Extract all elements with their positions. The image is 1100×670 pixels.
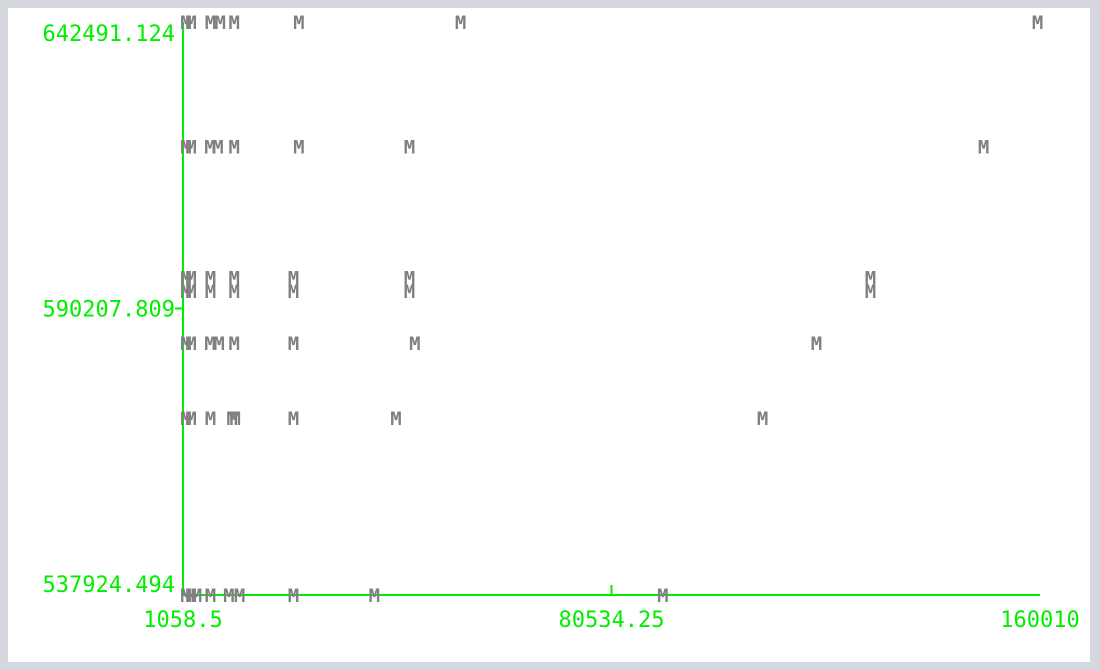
data-point: M [185, 12, 196, 34]
data-point: M [369, 585, 380, 607]
scatter-chart: 642491.124 590207.809 537924.494 1058.5 8053… [43, 12, 1080, 633]
data-point: M [230, 408, 241, 430]
plot-area: 642491.124 590207.809 537924.494 1058.5 8053… [8, 8, 1090, 662]
data-point: M [288, 333, 299, 355]
data-point: M [228, 12, 239, 34]
y-tick-label: 537924.494 [43, 573, 175, 598]
data-point: M [205, 281, 216, 303]
data-point: M [865, 281, 876, 303]
data-point: M [811, 333, 822, 355]
x-tick-label: 160010 [1000, 608, 1079, 633]
data-point: M [214, 12, 225, 34]
data-point: M [288, 585, 299, 607]
data-point: M [455, 12, 466, 34]
data-point: M [185, 408, 196, 430]
axis-ticks [175, 307, 613, 595]
data-point: M [293, 136, 304, 158]
data-point: M [212, 136, 223, 158]
data-point: M [1032, 12, 1043, 34]
x-tick-label: 1058.5 [143, 608, 222, 633]
data-point: M [288, 281, 299, 303]
x-tick-label: 80534.25 [559, 608, 665, 633]
data-point: M [228, 333, 239, 355]
data-point: M [288, 408, 299, 430]
data-point: M [223, 585, 234, 607]
data-point: M [228, 281, 239, 303]
data-point: M [205, 585, 216, 607]
data-point: M [657, 585, 668, 607]
data-point: M [234, 585, 245, 607]
data-point: M [404, 136, 415, 158]
data-point: M [185, 136, 196, 158]
data-point: M [409, 333, 420, 355]
data-point: M [978, 136, 989, 158]
data-point: M [757, 408, 768, 430]
data-point: M [205, 408, 216, 430]
y-tick-label: 590207.809 [43, 298, 175, 323]
axis-tick-labels: 642491.124 590207.809 537924.494 1058.5 8053… [43, 22, 1080, 633]
y-tick-label: 642491.124 [43, 22, 175, 47]
data-point: M [293, 12, 304, 34]
data-points: MM MM M M M MMM MM M M M MMM M M M M MMM M M M M MMM MM M M M MMM… [180, 12, 1043, 607]
data-point: M [228, 136, 239, 158]
data-point: M [390, 408, 401, 430]
data-point: M [404, 281, 415, 303]
data-point: M [185, 281, 196, 303]
data-point: M [191, 585, 202, 607]
data-point: M [185, 333, 196, 355]
data-point: M [213, 333, 224, 355]
